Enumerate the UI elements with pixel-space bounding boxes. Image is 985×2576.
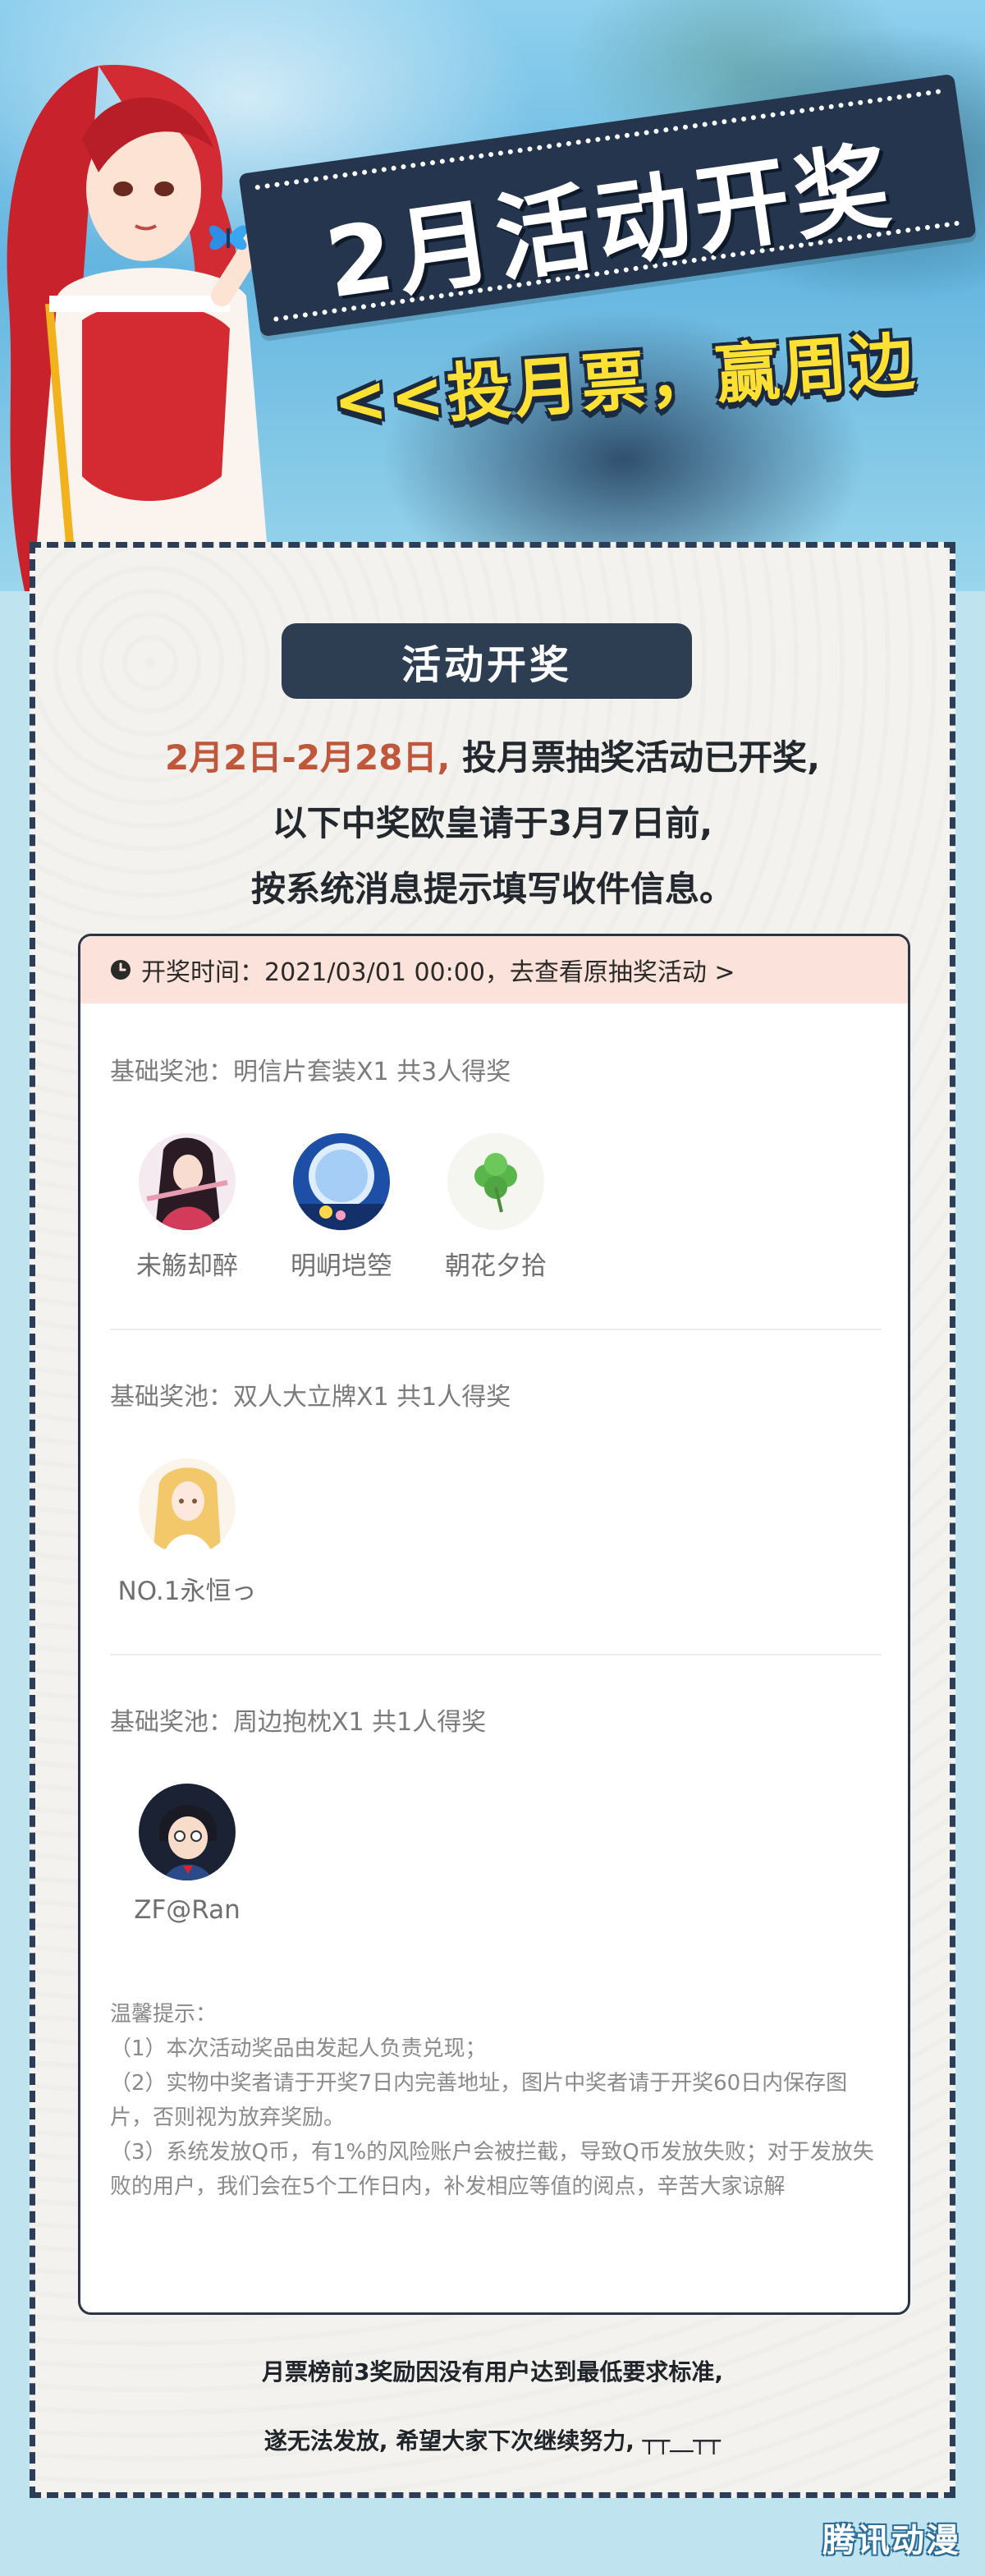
results-panel: 开奖时间：2021/03/01 00:00，去查看原抽奖活动 > 基础奖池：明信…: [78, 934, 910, 2315]
intro-line-1: 2月2日-2月28日, 投月票抽奖活动已开奖,: [35, 730, 950, 780]
intro-line-1-text: 投月票抽奖活动已开奖,: [462, 737, 821, 778]
divider: [110, 1329, 882, 1330]
draw-time-label: 开奖时间：2021/03/01 00:00，去查看原抽奖活动 >: [141, 958, 735, 987]
winner-item[interactable]: NO.1永恒っ: [110, 1458, 264, 1607]
winner-name: 朝花夕拾: [445, 1251, 547, 1281]
winner-item[interactable]: 明岄垲箜: [264, 1133, 419, 1282]
avatar: [139, 1458, 236, 1555]
draw-time-link[interactable]: 开奖时间：2021/03/01 00:00，去查看原抽奖活动 >: [80, 936, 908, 1003]
title-plate: 2月活动开奖: [238, 73, 977, 337]
prize-pool-standee: 基础奖池：双人大立牌X1 共1人得奖 NO.1永恒っ: [110, 1376, 882, 1607]
prize-pool-pillow: 基础奖池：周边抱枕X1 共1人得奖 ZF@Ran: [110, 1701, 882, 1925]
avatar: [139, 1784, 236, 1880]
winner-name: ZF@Ran: [134, 1895, 241, 1925]
page-title: 2月活动开奖: [319, 130, 901, 320]
tips-item-3: （3）系统发放Q币，有1%的风险账户会被拦截，导致Q币发放失败；对于发放失败的用…: [110, 2140, 874, 2199]
winner-item[interactable]: 朝花夕拾: [419, 1133, 573, 1282]
tips-item-2: （2）实物中奖者请于开奖7日内完善地址，图片中奖者请于开奖60日内保存图片，否则…: [110, 2071, 848, 2130]
footer-note-2: 遂无法发放, 希望大家下次继续努力, ┬┬＿┬┬: [263, 2427, 722, 2454]
watermark-logo: 腾讯动漫: [822, 2522, 960, 2560]
section-label: 活动开奖: [282, 623, 692, 699]
avatar: [293, 1133, 390, 1230]
announcement-card: 活动开奖 2月2日-2月28日, 投月票抽奖活动已开奖, 以下中奖欧皇请于3月7…: [30, 542, 955, 2498]
header-banner: 2月活动开奖 <<投月票，赢周边: [0, 0, 985, 591]
pool-title: 基础奖池：周边抱枕X1 共1人得奖: [110, 1708, 487, 1737]
date-range-highlight: 2月2日-2月28日,: [164, 737, 451, 778]
pool-title: 基础奖池：双人大立牌X1 共1人得奖: [110, 1383, 511, 1412]
avatar: [447, 1133, 544, 1230]
winner-name: 明岄垲箜: [291, 1251, 392, 1281]
winner-name: NO.1永恒っ: [117, 1577, 257, 1606]
tips-section: 温馨提示： （1）本次活动奖品由发起人负责兑现； （2）实物中奖者请于开奖7日内…: [110, 1997, 882, 2204]
winner-item[interactable]: ZF@Ran: [110, 1784, 264, 1925]
page-subtitle: <<投月票，赢周边: [331, 324, 920, 440]
divider: [110, 1654, 882, 1655]
winner-name: 未觞却醉: [136, 1251, 238, 1281]
intro-line-2: 以下中奖欧皇请于3月7日前,: [272, 803, 713, 843]
winner-list: NO.1永恒っ: [110, 1458, 882, 1607]
clock-icon: [111, 960, 131, 980]
winner-list: 未觞却醉 明岄垲箜 朝花夕拾: [110, 1133, 882, 1282]
tips-heading: 温馨提示：: [110, 2002, 218, 2027]
footer-note-1: 月票榜前3奖励因没有用户达到最低要求标准,: [261, 2358, 724, 2385]
prize-pool-postcards: 基础奖池：明信片套装X1 共3人得奖 未觞却醉 明岄垲箜 朝花夕拾: [110, 1051, 882, 1282]
tips-item-1: （1）本次活动奖品由发起人负责兑现；: [110, 2036, 487, 2061]
pool-title: 基础奖池：明信片套装X1 共3人得奖: [110, 1058, 511, 1086]
avatar: [139, 1133, 236, 1230]
intro-line-3: 按系统消息提示填写收件信息。: [250, 869, 734, 909]
winner-list: ZF@Ran: [110, 1784, 882, 1925]
winner-item[interactable]: 未觞却醉: [110, 1133, 264, 1282]
